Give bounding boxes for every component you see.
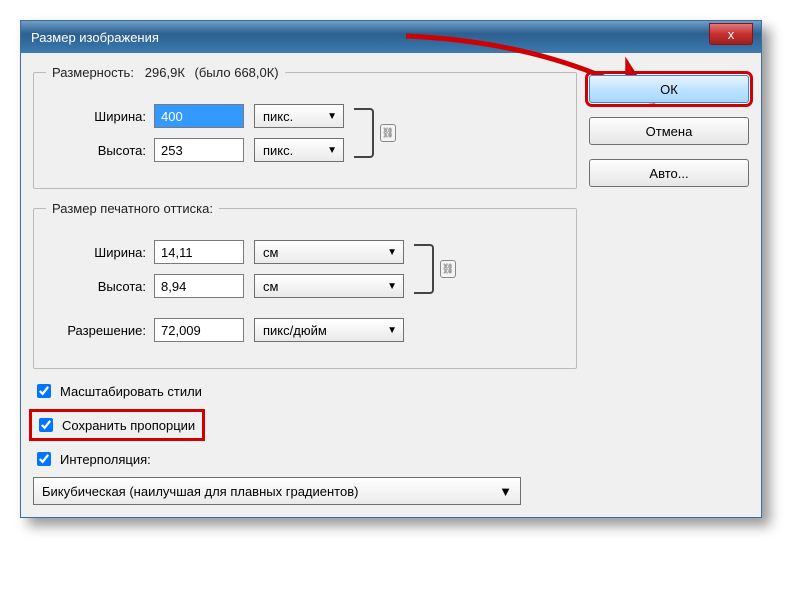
print-height-input[interactable] — [154, 274, 244, 298]
keep-proportions-label: Сохранить пропорции — [62, 418, 195, 433]
titlebar: Размер изображения x — [21, 21, 761, 53]
resolution-row: Разрешение: пикс/дюйм ▼ — [46, 318, 564, 342]
pixel-height-row: Высота: пикс. ▼ — [46, 138, 344, 162]
pixel-width-row: Ширина: пикс. ▼ — [46, 104, 344, 128]
print-width-row: Ширина: см ▼ — [46, 240, 404, 264]
dialog-body: Размерность: 296,9К (было 668,0К) Ширина… — [21, 53, 761, 517]
keep-proportions-row: Сохранить пропорции — [33, 413, 201, 437]
pixel-width-unit-text: пикс. — [263, 109, 293, 124]
ok-button[interactable]: ОК — [589, 75, 749, 103]
chevron-down-icon: ▼ — [387, 325, 397, 336]
interpolation-label: Интерполяция: — [60, 452, 151, 467]
print-height-unit-text: см — [263, 279, 278, 294]
dimensions-legend-text: Размерность: — [52, 65, 134, 80]
resolution-unit-text: пикс/дюйм — [263, 323, 327, 338]
constrain-link-print[interactable]: ⛓ — [440, 230, 456, 308]
print-width-input[interactable] — [154, 240, 244, 264]
pixel-dimensions-group: Размерность: 296,9К (было 668,0К) Ширина… — [33, 65, 577, 189]
link-bracket-icon — [354, 108, 374, 158]
ok-button-label: ОК — [660, 82, 678, 97]
constrain-link[interactable]: ⛓ — [380, 94, 396, 172]
print-width-label: Ширина: — [46, 245, 154, 260]
pixel-dimensions-legend: Размерность: 296,9К (было 668,0К) — [46, 65, 285, 80]
close-icon: x — [728, 27, 735, 42]
print-height-label: Высота: — [46, 279, 154, 294]
pixel-height-input[interactable] — [154, 138, 244, 162]
link-icon: ⛓ — [440, 260, 456, 278]
resolution-input[interactable] — [154, 318, 244, 342]
keep-proportions-checkbox[interactable] — [39, 418, 53, 432]
image-size-dialog: Размер изображения x Размерность: 296,9К… — [20, 20, 762, 518]
print-size-group: Размер печатного оттиска: Ширина: см ▼ — [33, 201, 577, 369]
print-height-unit[interactable]: см ▼ — [254, 274, 404, 298]
pixel-height-unit[interactable]: пикс. ▼ — [254, 138, 344, 162]
interpolation-checkbox[interactable] — [37, 452, 51, 466]
print-height-row: Высота: см ▼ — [46, 274, 404, 298]
link-bracket-icon — [414, 244, 434, 294]
close-button[interactable]: x — [709, 23, 753, 45]
pixel-height-label: Высота: — [46, 143, 154, 158]
pixel-width-label: Ширина: — [46, 109, 154, 124]
resolution-label: Разрешение: — [46, 323, 154, 338]
pixel-width-unit[interactable]: пикс. ▼ — [254, 104, 344, 128]
chevron-down-icon: ▼ — [327, 145, 337, 156]
left-panel: Размерность: 296,9К (было 668,0К) Ширина… — [33, 65, 577, 505]
print-size-legend: Размер печатного оттиска: — [46, 201, 219, 216]
auto-button[interactable]: Авто... — [589, 159, 749, 187]
cancel-button[interactable]: Отмена — [589, 117, 749, 145]
print-width-unit[interactable]: см ▼ — [254, 240, 404, 264]
button-panel: ОК Отмена Авто... — [589, 65, 749, 505]
chevron-down-icon: ▼ — [387, 247, 397, 258]
window-title: Размер изображения — [31, 30, 159, 45]
cancel-button-label: Отмена — [646, 124, 693, 139]
scale-styles-label: Масштабировать стили — [60, 384, 202, 399]
interpolation-method-select[interactable]: Бикубическая (наилучшая для плавных град… — [33, 477, 521, 505]
auto-button-label: Авто... — [649, 166, 688, 181]
chevron-down-icon: ▼ — [327, 111, 337, 122]
pixel-width-input[interactable] — [154, 104, 244, 128]
dimensions-current: 296,9К — [145, 65, 185, 80]
scale-styles-row: Масштабировать стили — [33, 381, 577, 401]
resolution-unit[interactable]: пикс/дюйм ▼ — [254, 318, 404, 342]
dimensions-was: (было 668,0К) — [189, 65, 279, 80]
interpolation-method-text: Бикубическая (наилучшая для плавных град… — [42, 484, 358, 499]
chevron-down-icon: ▼ — [499, 484, 512, 499]
print-width-unit-text: см — [263, 245, 278, 260]
chevron-down-icon: ▼ — [387, 281, 397, 292]
interpolation-row: Интерполяция: — [33, 449, 577, 469]
pixel-height-unit-text: пикс. — [263, 143, 293, 158]
link-icon: ⛓ — [380, 124, 396, 142]
scale-styles-checkbox[interactable] — [37, 384, 51, 398]
